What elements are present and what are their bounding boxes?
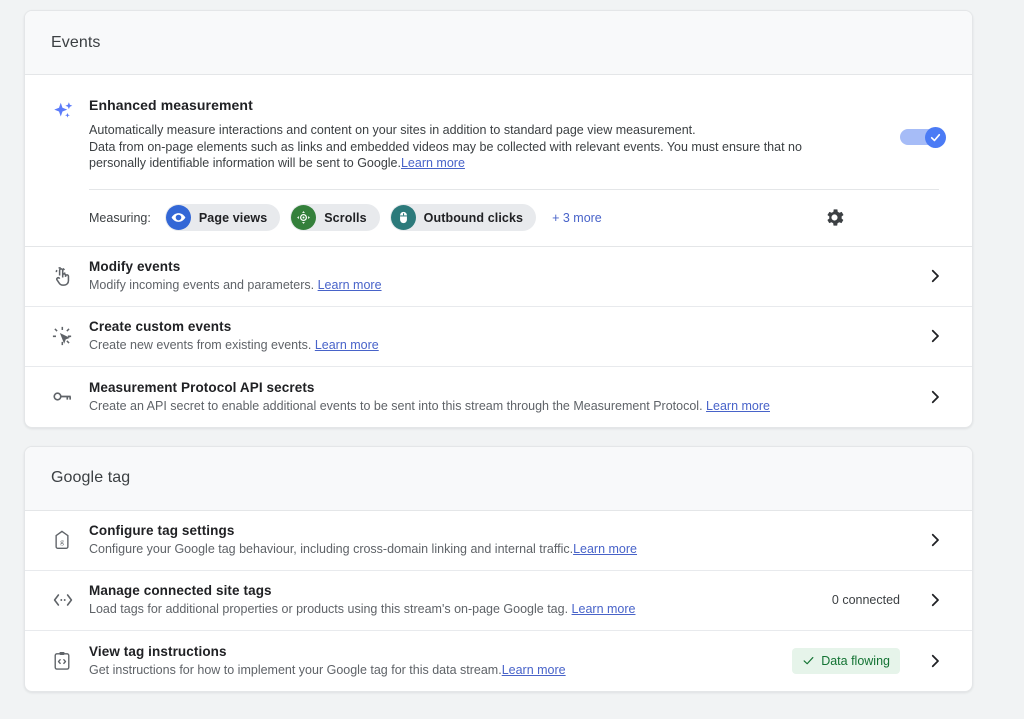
row-create-custom-events-learn-more-link[interactable]: Learn more [315, 338, 379, 352]
settings-page: Events Enhanced measurement Automaticall… [0, 0, 1024, 719]
row-measurement-protocol-api-secrets[interactable]: Measurement Protocol API secrets Create … [25, 367, 972, 427]
chevron-right-icon[interactable] [918, 652, 952, 670]
row-create-custom-events-subtitle: Create new events from existing events. … [89, 337, 918, 353]
tag-g-icon: g [51, 529, 89, 551]
gear-icon[interactable] [818, 202, 850, 234]
chip-page-views-label: Page views [199, 211, 267, 225]
chevron-right-icon[interactable] [918, 327, 952, 345]
row-create-custom-events-title: Create custom events [89, 319, 918, 334]
more-measurements-link[interactable]: + 3 more [552, 211, 602, 225]
check-icon [802, 654, 815, 667]
sparkles-icon [51, 97, 89, 246]
row-manage-connected-site-tags-subtitle-text: Load tags for additional properties or p… [89, 602, 568, 616]
row-modify-events-learn-more-link[interactable]: Learn more [318, 278, 382, 292]
row-create-custom-events[interactable]: Create custom events Create new events f… [25, 307, 972, 367]
enhanced-measurement-description: Automatically measure interactions and c… [89, 122, 859, 172]
row-modify-events[interactable]: Modify events Modify incoming events and… [25, 247, 972, 307]
row-modify-events-body: Modify events Modify incoming events and… [89, 248, 918, 304]
measuring-row: Measuring: Page views [89, 190, 876, 246]
status-badge-data-flowing: Data flowing [792, 648, 900, 674]
row-manage-connected-site-tags-title: Manage connected site tags [89, 583, 832, 598]
enhanced-measurement-description-line1: Automatically measure interactions and c… [89, 122, 859, 139]
chevron-right-icon[interactable] [918, 388, 952, 406]
chevron-right-icon[interactable] [918, 531, 952, 549]
row-configure-tag-settings-subtitle-text: Configure your Google tag behaviour, inc… [89, 542, 573, 556]
row-configure-tag-settings-subtitle: Configure your Google tag behaviour, inc… [89, 541, 918, 557]
scroll-target-icon [291, 205, 316, 230]
clipboard-code-icon [51, 650, 89, 672]
chip-scrolls[interactable]: Scrolls [290, 204, 379, 231]
measuring-label: Measuring: [89, 211, 151, 225]
row-create-custom-events-body: Create custom events Create new events f… [89, 308, 918, 364]
ad-click-icon [51, 325, 89, 348]
svg-text:g: g [60, 537, 64, 546]
row-create-custom-events-subtitle-text: Create new events from existing events. [89, 338, 311, 352]
row-manage-connected-site-tags-body: Manage connected site tags Load tags for… [89, 572, 832, 628]
status-badge-data-flowing-label: Data flowing [821, 654, 890, 668]
enhanced-measurement-body: Enhanced measurement Automatically measu… [89, 97, 876, 246]
chip-outbound-clicks-label: Outbound clicks [424, 211, 523, 225]
row-view-tag-instructions-body: View tag instructions Get instructions f… [89, 633, 792, 689]
row-view-tag-instructions-learn-more-link[interactable]: Learn more [502, 663, 566, 677]
enhanced-measurement-section: Enhanced measurement Automatically measu… [25, 75, 972, 247]
row-manage-connected-site-tags-subtitle: Load tags for additional properties or p… [89, 601, 832, 617]
events-card-header: Events [25, 11, 972, 75]
row-manage-connected-site-tags-learn-more-link[interactable]: Learn more [572, 602, 636, 616]
row-view-tag-instructions-subtitle-text: Get instructions for how to implement yo… [89, 663, 502, 677]
row-configure-tag-settings-body: Configure tag settings Configure your Go… [89, 512, 918, 568]
google-tag-card-title: Google tag [51, 469, 130, 487]
row-configure-tag-settings-learn-more-link[interactable]: Learn more [573, 542, 637, 556]
connected-count-status: 0 connected [832, 593, 900, 607]
row-measurement-protocol-api-secrets-subtitle: Create an API secret to enable additiona… [89, 398, 918, 414]
row-modify-events-subtitle-text: Modify incoming events and parameters. [89, 278, 314, 292]
enhanced-measurement-title: Enhanced measurement [89, 97, 876, 113]
enhanced-measurement-toggle-wrap [876, 97, 946, 246]
chevron-right-icon[interactable] [918, 267, 952, 285]
row-configure-tag-settings[interactable]: g Configure tag settings Configure your … [25, 511, 972, 571]
key-icon [51, 385, 89, 408]
row-measurement-protocol-api-secrets-subtitle-text: Create an API secret to enable additiona… [89, 399, 703, 413]
mouse-icon [391, 205, 416, 230]
row-measurement-protocol-api-secrets-learn-more-link[interactable]: Learn more [706, 399, 770, 413]
row-measurement-protocol-api-secrets-body: Measurement Protocol API secrets Create … [89, 369, 918, 425]
enhanced-measurement-learn-more-link[interactable]: Learn more [401, 156, 465, 170]
chip-page-views[interactable]: Page views [165, 204, 280, 231]
row-modify-events-title: Modify events [89, 259, 918, 274]
enhanced-measurement-toggle[interactable] [900, 127, 946, 147]
row-modify-events-subtitle: Modify incoming events and parameters. L… [89, 277, 918, 293]
row-view-tag-instructions-title: View tag instructions [89, 644, 792, 659]
chip-scrolls-label: Scrolls [324, 211, 366, 225]
events-card: Events Enhanced measurement Automaticall… [24, 10, 973, 428]
row-measurement-protocol-api-secrets-title: Measurement Protocol API secrets [89, 380, 918, 395]
toggle-knob-check-icon [925, 127, 946, 148]
row-configure-tag-settings-title: Configure tag settings [89, 523, 918, 538]
code-brackets-icon [51, 588, 89, 612]
touch-app-icon [51, 265, 89, 288]
google-tag-card: Google tag g Configure tag settings Conf… [24, 446, 973, 692]
chip-outbound-clicks[interactable]: Outbound clicks [390, 204, 536, 231]
google-tag-card-header: Google tag [25, 447, 972, 511]
row-view-tag-instructions[interactable]: View tag instructions Get instructions f… [25, 631, 972, 691]
eye-icon [166, 205, 191, 230]
enhanced-measurement-description-line2: Data from on-page elements such as links… [89, 139, 859, 172]
row-manage-connected-site-tags[interactable]: Manage connected site tags Load tags for… [25, 571, 972, 631]
data-flowing-status-wrap: Data flowing [792, 648, 900, 674]
chevron-right-icon[interactable] [918, 591, 952, 609]
events-card-title: Events [51, 34, 101, 52]
row-view-tag-instructions-subtitle: Get instructions for how to implement yo… [89, 662, 792, 678]
